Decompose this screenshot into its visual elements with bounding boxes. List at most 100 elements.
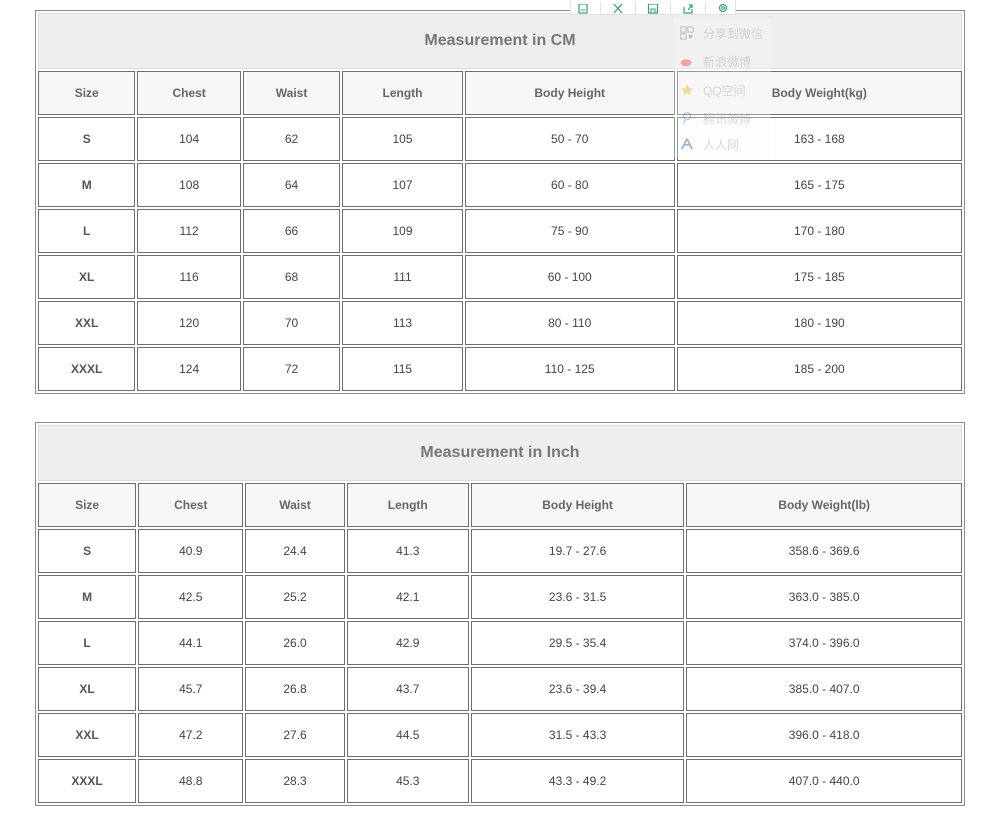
share-item-wechat[interactable]: 分享到微信 [679, 23, 763, 43]
toolbar-divider [670, 2, 672, 14]
table-cell: 185 - 200 [676, 347, 962, 391]
table-cell: 42.9 [346, 621, 469, 665]
table-cell: 42.1 [346, 575, 469, 619]
table-row: XXXL 48.8 28.3 45.3 43.3 - 49.2 407.0 - … [38, 759, 962, 803]
table-row: S 40.9 24.4 41.3 19.7 - 27.6 358.6 - 369… [38, 529, 962, 573]
qzone-icon [679, 82, 695, 98]
size-cell: M [38, 575, 137, 619]
table-cell: 75 - 90 [464, 209, 675, 253]
size-cell: XXXL [38, 759, 137, 803]
table-cell: 60 - 100 [464, 255, 675, 299]
column-header: Length [342, 71, 463, 115]
table-cell: 115 [342, 347, 463, 391]
column-header: Length [346, 483, 469, 527]
table-title: Measurement in CM [38, 13, 962, 69]
share-item-label: 新浪微博 [703, 54, 752, 69]
table-cell: 24.4 [245, 529, 345, 573]
column-header: Size [38, 71, 136, 115]
table-cell: 31.5 - 43.3 [470, 713, 685, 757]
renren-icon [679, 136, 695, 152]
table-cell: 108 [137, 163, 241, 207]
column-header: Waist [245, 483, 345, 527]
table-cell: 47.2 [138, 713, 244, 757]
table-cell: 62 [242, 117, 341, 161]
table-row: L 44.1 26.0 42.9 29.5 - 35.4 374.0 - 396… [38, 621, 962, 665]
share-item-label: 腾讯微博 [703, 111, 752, 126]
toolbar-divider [599, 2, 601, 14]
table-cell: 112 [137, 209, 241, 253]
table-row: S 104 62 105 50 - 70 163 - 168 [38, 117, 962, 161]
table-row: XL 116 68 111 60 - 100 175 - 185 [38, 255, 962, 299]
table-row: L 112 66 109 75 - 90 170 - 180 [38, 209, 962, 253]
table-cell: 180 - 190 [676, 301, 962, 345]
table-cell: 68 [242, 255, 341, 299]
crop-icon[interactable] [612, 4, 624, 14]
table-cell: 64 [242, 163, 341, 207]
size-table-inch: Measurement in Inch Size Chest Waist Len… [35, 422, 965, 806]
table-row: XXL 120 70 113 80 - 110 180 - 190 [38, 301, 962, 345]
table-row: XXL 47.2 27.6 44.5 31.5 - 43.3 396.0 - 4… [38, 713, 962, 757]
table-cell: 41.3 [346, 529, 469, 573]
table-header-row: Size Chest Waist Length Body Height Body… [38, 71, 962, 115]
image-toolbar [570, 0, 736, 15]
table-title: Measurement in Inch [38, 425, 962, 481]
size-cell: XXL [38, 301, 136, 345]
column-header: Body Height [464, 71, 675, 115]
weibo-icon [679, 53, 695, 69]
table-cell: 70 [242, 301, 341, 345]
table-cell: 109 [342, 209, 463, 253]
page: 分享到微信 新浪微博 QQ空间 腾讯微博 人人网 Measurement in … [0, 0, 991, 817]
table-row: M 108 64 107 60 - 80 165 - 175 [38, 163, 962, 207]
table-cell: 44.5 [346, 713, 469, 757]
table-cell: 107 [342, 163, 463, 207]
table-cell: 50 - 70 [464, 117, 675, 161]
table-cell: 28.3 [245, 759, 345, 803]
table-cell: 44.1 [138, 621, 244, 665]
table-cell: 113 [342, 301, 463, 345]
size-cell: M [38, 163, 136, 207]
table-cell: 66 [242, 209, 341, 253]
table-row: M 42.5 25.2 42.1 23.6 - 31.5 363.0 - 385… [38, 575, 962, 619]
table-cell: 374.0 - 396.0 [686, 621, 962, 665]
table-cell: 120 [137, 301, 241, 345]
column-header: Chest [138, 483, 244, 527]
share-item-qzone[interactable]: QQ空间 [679, 80, 746, 100]
toolbar-divider [634, 2, 636, 14]
table-cell: 27.6 [245, 713, 345, 757]
toolbar-divider [705, 2, 707, 14]
size-cell: S [38, 117, 136, 161]
table-cell: 23.6 - 39.4 [470, 667, 685, 711]
share-item-renren[interactable]: 人人网 [679, 134, 739, 154]
table-header-row: Size Chest Waist Length Body Height Body… [38, 483, 962, 527]
size-cell: XXL [38, 713, 137, 757]
settings-icon[interactable] [717, 4, 729, 14]
copy-icon[interactable] [577, 4, 589, 14]
column-header: Body Height [470, 483, 685, 527]
share-menu: 分享到微信 新浪微博 QQ空间 腾讯微博 人人网 [673, 18, 771, 158]
table-cell: 72 [242, 347, 341, 391]
table-cell: 19.7 - 27.6 [470, 529, 685, 573]
share-item-label: QQ空间 [703, 83, 746, 98]
size-cell: L [38, 209, 136, 253]
table-cell: 363.0 - 385.0 [686, 575, 962, 619]
column-header: Waist [242, 71, 341, 115]
table-cell: 42.5 [138, 575, 244, 619]
column-header: Chest [137, 71, 241, 115]
table-cell: 105 [342, 117, 463, 161]
table-cell: 25.2 [245, 575, 345, 619]
table-cell: 48.8 [138, 759, 244, 803]
table-cell: 43.7 [346, 667, 469, 711]
size-cell: XL [38, 255, 136, 299]
table-row: XL 45.7 26.8 43.7 23.6 - 39.4 385.0 - 40… [38, 667, 962, 711]
table-cell: 385.0 - 407.0 [686, 667, 962, 711]
share-icon[interactable] [682, 4, 694, 14]
table-cell: 170 - 180 [676, 209, 962, 253]
share-item-weibo[interactable]: 新浪微博 [679, 51, 751, 71]
share-item-label: 分享到微信 [703, 26, 764, 41]
column-header: Body Weight(lb) [686, 483, 962, 527]
table-cell: 40.9 [138, 529, 244, 573]
size-cell: XXXL [38, 347, 136, 391]
table-cell: 80 - 110 [464, 301, 675, 345]
share-item-tencent-weibo[interactable]: 腾讯微博 [679, 108, 751, 128]
save-icon[interactable] [647, 4, 659, 14]
